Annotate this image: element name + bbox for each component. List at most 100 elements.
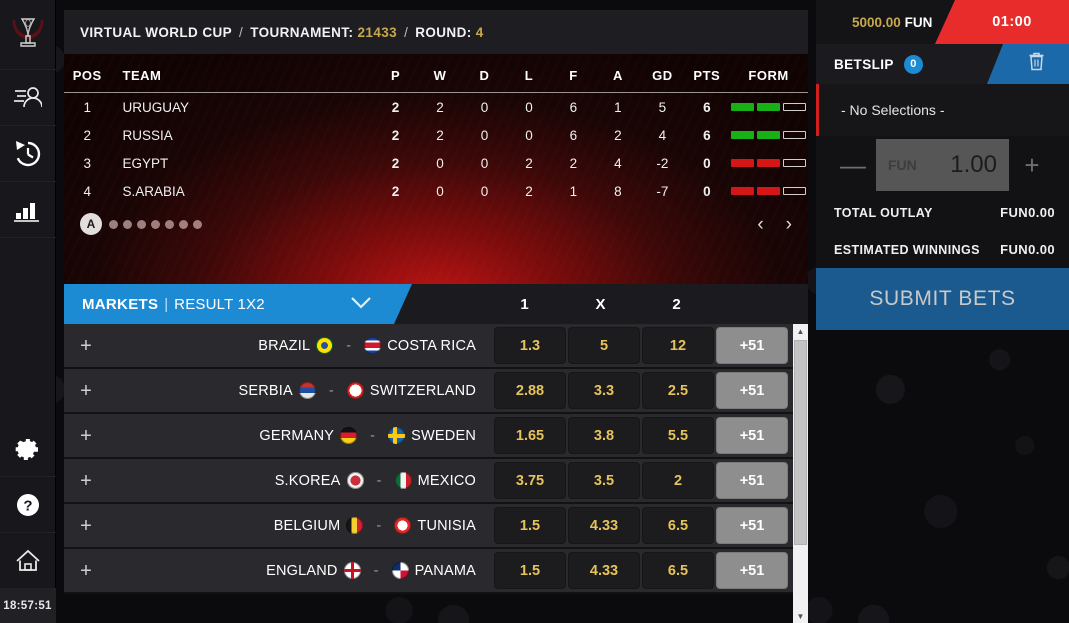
sidebar-item-home[interactable]: [0, 533, 56, 589]
odds-button-x[interactable]: 3.8: [568, 417, 640, 454]
scroll-down-icon[interactable]: ▼: [793, 609, 808, 623]
cell-a: 2: [614, 127, 622, 143]
standings-table: POS TEAM P W D L F A GD PTS FORM 1 URUGU: [64, 54, 808, 205]
odds-button-1[interactable]: 3.75: [494, 462, 566, 499]
next-arrow-icon[interactable]: ›: [786, 215, 792, 234]
cell-team: RUSSIA: [122, 127, 173, 143]
stake-increase-button[interactable]: +: [1009, 152, 1055, 178]
match-odds: 1.3 5 12 +51: [494, 327, 808, 364]
clear-betslip-button[interactable]: [987, 44, 1069, 84]
expand-match-button[interactable]: +: [64, 561, 108, 581]
group-dot[interactable]: [165, 219, 174, 229]
odds-button-2[interactable]: 2.5: [642, 372, 714, 409]
expand-match-button[interactable]: +: [64, 381, 108, 401]
home-team-flag-icon: [298, 382, 316, 399]
away-team-name: PANAMA: [414, 562, 476, 579]
away-team-flag-icon: [394, 472, 412, 489]
sidebar-item-statistics[interactable]: [0, 182, 56, 238]
sidebar-item-history[interactable]: [0, 126, 56, 182]
cell-d: 0: [480, 155, 489, 171]
cell-pts: 6: [703, 99, 711, 115]
odds-button-x[interactable]: 5: [568, 327, 640, 364]
cell-team: S.ARABIA: [122, 183, 185, 199]
expand-match-button[interactable]: +: [64, 426, 108, 446]
group-dot[interactable]: [179, 219, 188, 229]
cell-d: 0: [480, 183, 489, 199]
odds-button-1[interactable]: 2.88: [494, 372, 566, 409]
total-outlay-label: TOTAL OUTLAY: [834, 205, 933, 220]
odds-button-2[interactable]: 12: [642, 327, 714, 364]
match-row[interactable]: + S.KOREA - MEXICO 3.75 3.5 2 +51: [64, 459, 808, 504]
match-row[interactable]: + GERMANY - SWEDEN 1.65 3.8 5.5 +51: [64, 414, 808, 459]
cell-pos: 1: [83, 99, 91, 115]
markets-selector[interactable]: MARKETS | RESULT 1X2: [64, 284, 412, 324]
group-dot[interactable]: [137, 219, 146, 229]
match-row[interactable]: + BELGIUM - TUNISIA 1.5 4.33 6.5 +51: [64, 504, 808, 549]
market-name: RESULT 1X2: [174, 295, 265, 313]
odds-button-1[interactable]: 1.65: [494, 417, 566, 454]
account-bar: 5000.00 FUN 01:00: [816, 0, 1069, 44]
match-separator: -: [376, 517, 382, 534]
odds-button-2[interactable]: 2: [642, 462, 714, 499]
form-bar-l: [731, 187, 755, 195]
betslip-empty-message: - No Selections -: [816, 84, 1069, 136]
sidebar-item-settings[interactable]: [0, 421, 56, 477]
betslip-filler: [816, 330, 1069, 623]
more-markets-button[interactable]: +51: [716, 372, 788, 409]
home-icon: [14, 548, 42, 574]
odds-button-1[interactable]: 1.5: [494, 507, 566, 544]
match-row[interactable]: + BRAZIL - COSTA RICA 1.3 5 12 +51: [64, 324, 808, 369]
standings-panel: POS TEAM P W D L F A GD PTS FORM 1 URUGU: [64, 54, 808, 284]
scroll-up-icon[interactable]: ▲: [793, 324, 808, 338]
odds-button-2[interactable]: 6.5: [642, 552, 714, 589]
odds-button-2[interactable]: 6.5: [642, 507, 714, 544]
more-markets-button[interactable]: +51: [716, 507, 788, 544]
odds-button-x[interactable]: 3.5: [568, 462, 640, 499]
sidebar-item-help[interactable]: ?: [0, 477, 56, 533]
stake-input[interactable]: FUN 1.00: [876, 139, 1009, 191]
group-pager: A ‹ ›: [64, 205, 808, 251]
home-team-flag-icon: [343, 562, 361, 579]
expand-match-button[interactable]: +: [64, 471, 108, 491]
more-markets-button[interactable]: +51: [716, 327, 788, 364]
more-markets-button[interactable]: +51: [716, 417, 788, 454]
estimated-winnings-row: ESTIMATED WINNINGS FUN0.00: [816, 231, 1069, 268]
group-dot[interactable]: [151, 219, 160, 229]
cell-p: 2: [391, 99, 400, 115]
match-odds: 1.5 4.33 6.5 +51: [494, 507, 808, 544]
match-list-scrollbar[interactable]: ▲ ▼: [793, 324, 808, 623]
odds-button-1[interactable]: 1.5: [494, 552, 566, 589]
odds-button-2[interactable]: 5.5: [642, 417, 714, 454]
sidebar-item-trophy[interactable]: [0, 0, 56, 70]
group-active-badge[interactable]: A: [80, 213, 102, 235]
expand-match-button[interactable]: +: [64, 516, 108, 536]
cell-p: 2: [391, 155, 400, 171]
round-value: 4: [475, 24, 484, 40]
match-row[interactable]: + ENGLAND - PANAMA 1.5 4.33 6.5 +51: [64, 549, 808, 594]
betslip-panel: 5000.00 FUN 01:00 BETSLIP 0 - No Selecti: [816, 0, 1069, 623]
col-pts: PTS: [684, 54, 730, 93]
odds-button-x[interactable]: 4.33: [568, 507, 640, 544]
scrollbar-thumb[interactable]: [794, 340, 807, 545]
odds-button-x[interactable]: 4.33: [568, 552, 640, 589]
prev-arrow-icon[interactable]: ‹: [757, 215, 763, 234]
group-dot[interactable]: [193, 219, 202, 229]
more-markets-button[interactable]: +51: [716, 462, 788, 499]
group-dot[interactable]: [109, 219, 118, 229]
form-bars: [729, 187, 808, 195]
submit-bets-button[interactable]: SUBMIT BETS: [816, 268, 1069, 330]
odds-button-x[interactable]: 3.3: [568, 372, 640, 409]
stake-currency-label: FUN: [888, 157, 917, 173]
match-separator: -: [373, 562, 379, 579]
svg-text:?: ?: [23, 497, 32, 514]
cell-l: 0: [525, 127, 533, 143]
expand-match-button[interactable]: +: [64, 336, 108, 356]
odds-button-1[interactable]: 1.3: [494, 327, 566, 364]
stake-decrease-button[interactable]: —: [830, 152, 876, 178]
match-teams: GERMANY - SWEDEN: [108, 427, 494, 444]
away-team-flag-icon: [388, 427, 406, 444]
match-row[interactable]: + SERBIA - SWITZERLAND 2.88 3.3 2.5 +51: [64, 369, 808, 414]
more-markets-button[interactable]: +51: [716, 552, 788, 589]
group-dot[interactable]: [123, 219, 132, 229]
sidebar-item-lineups[interactable]: [0, 70, 56, 126]
